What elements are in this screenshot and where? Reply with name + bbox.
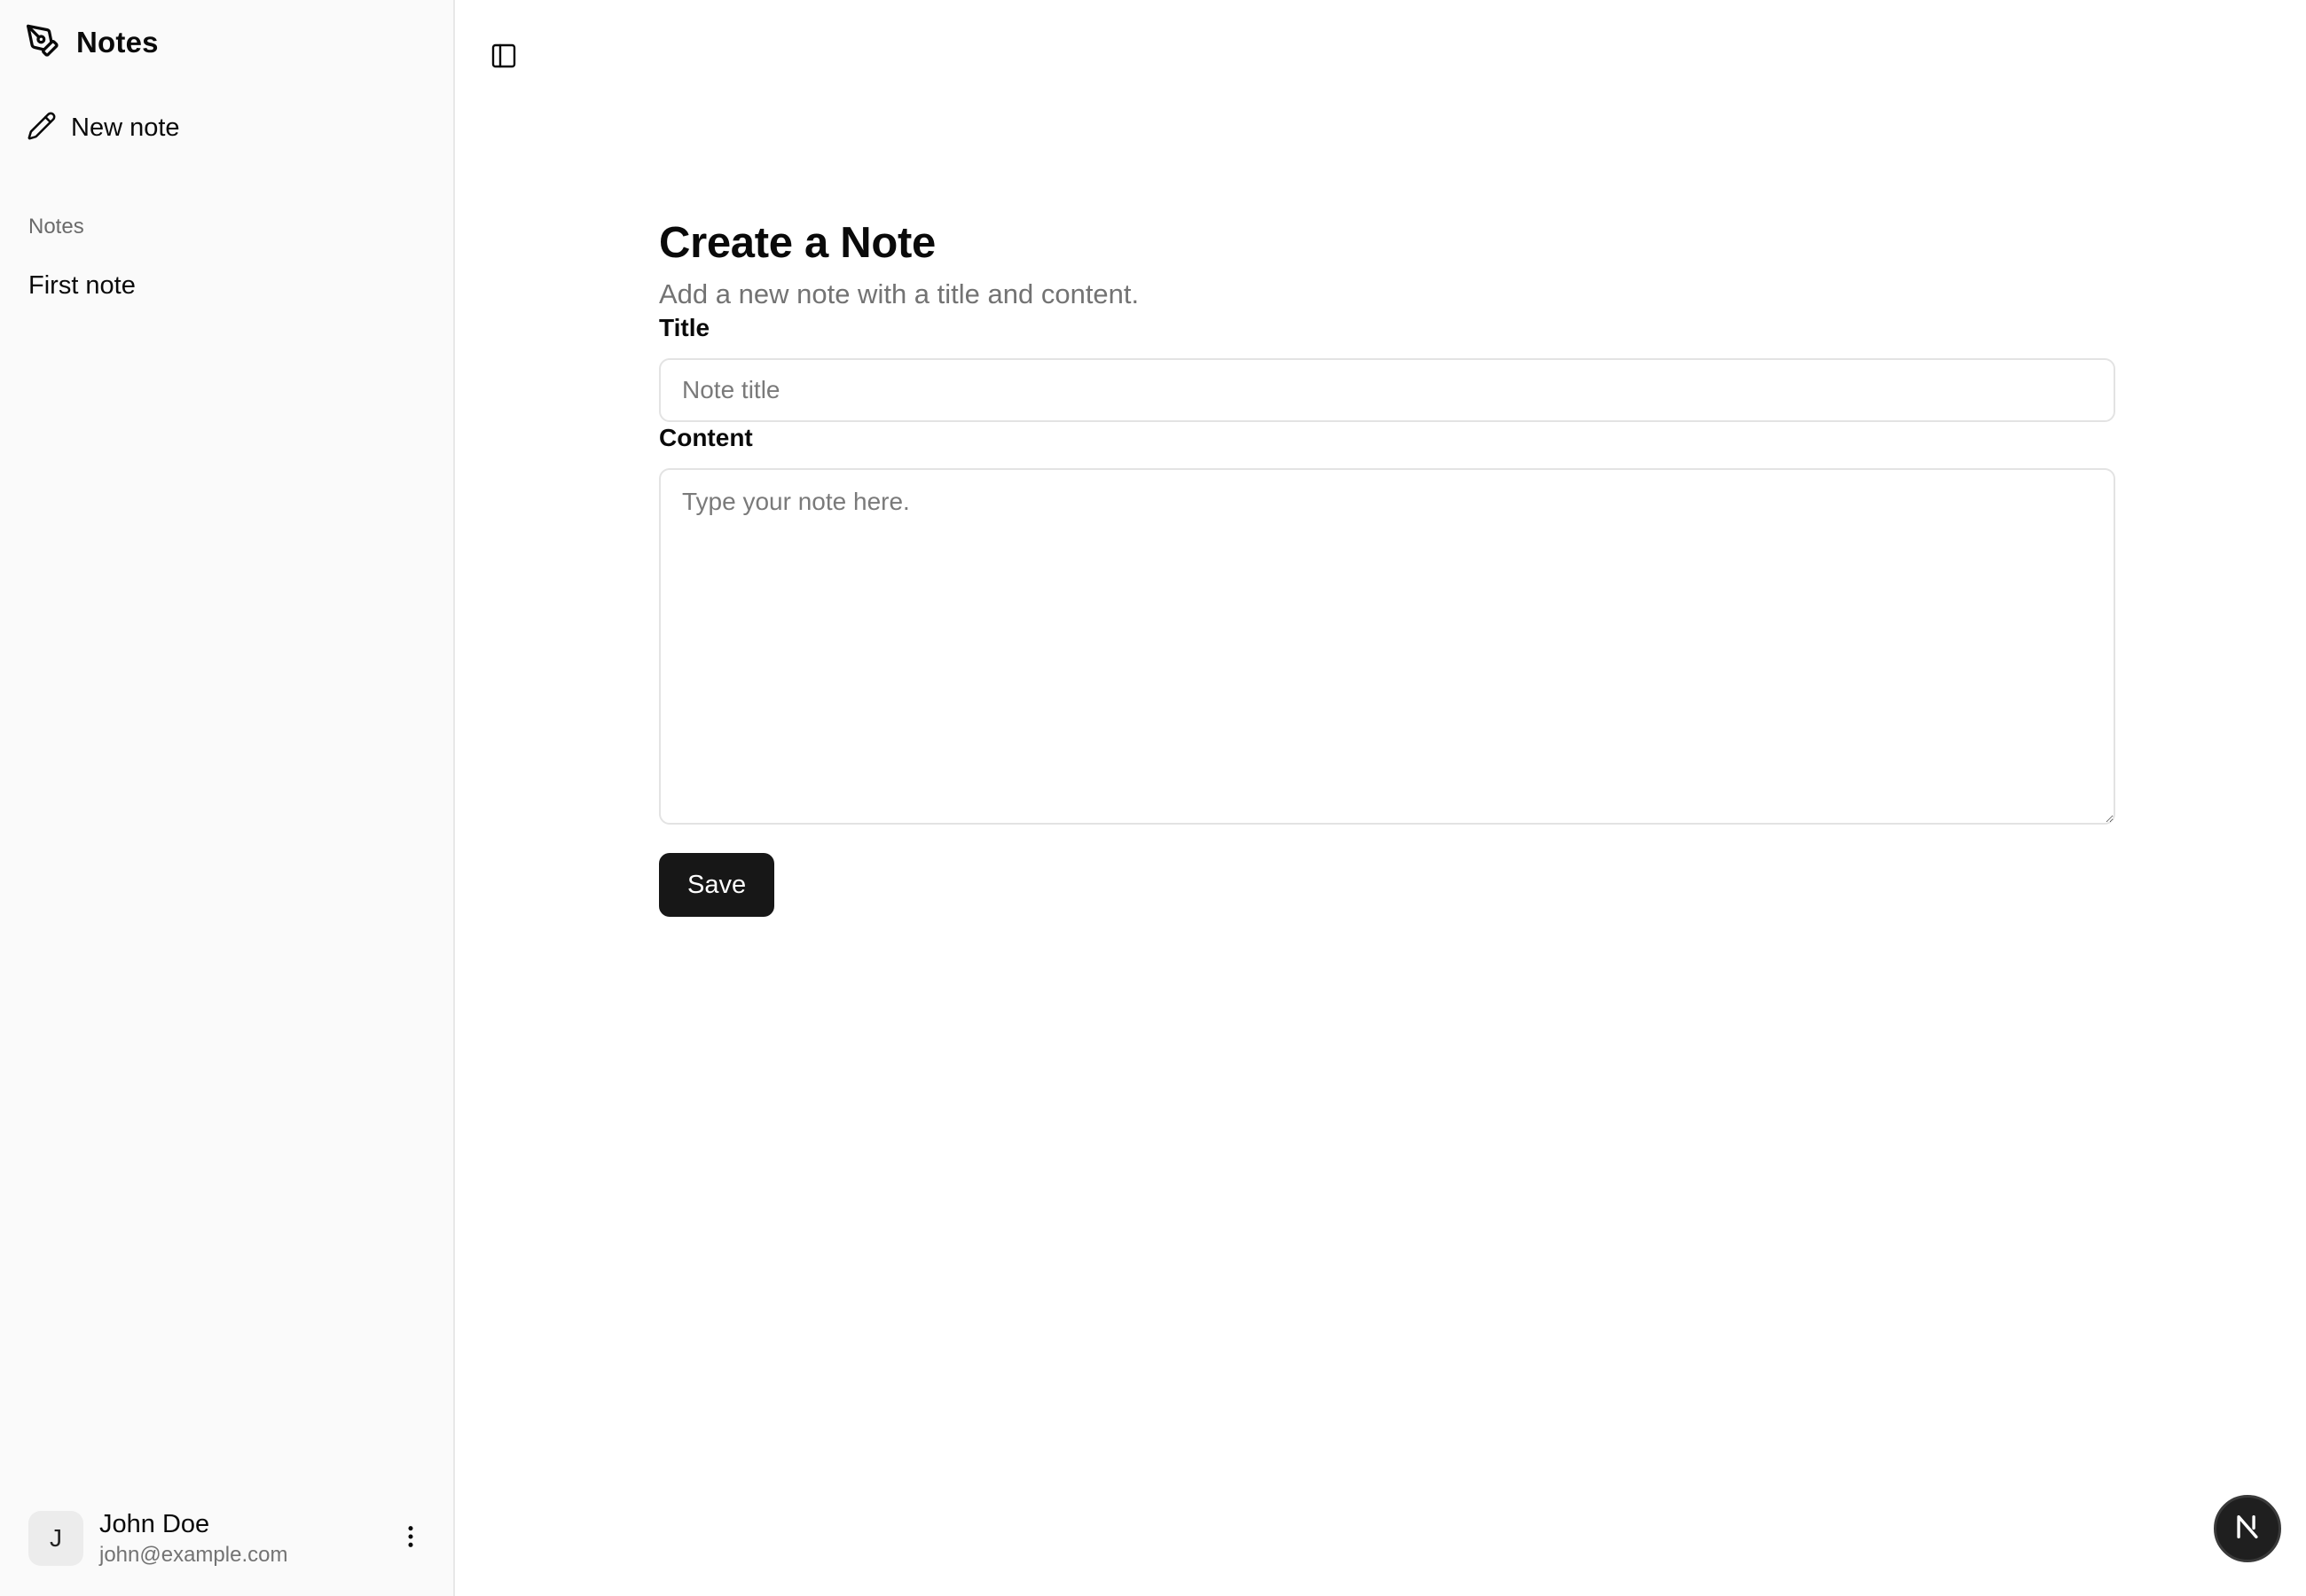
panel-left-icon <box>490 42 518 74</box>
pencil-icon <box>27 111 57 145</box>
user-profile[interactable]: J John Doe john@example.com <box>28 1507 433 1569</box>
sidebar-note-item[interactable]: First note <box>18 262 435 309</box>
main-content: Create a Note Add a new note with a titl… <box>455 0 2306 1596</box>
page-subtitle: Add a new note with a title and content. <box>659 278 1140 309</box>
pen-tool-icon <box>25 23 60 63</box>
nextjs-n-icon <box>2232 1512 2263 1546</box>
app-root: Notes New note Notes First note J John D… <box>0 0 2306 1596</box>
notes-group-label: Notes <box>28 215 84 239</box>
brand-title: Notes <box>76 26 159 59</box>
title-input[interactable] <box>659 358 2115 422</box>
page-title: Create a Note <box>659 219 936 267</box>
avatar: J <box>28 1511 83 1566</box>
new-note-label: New note <box>71 113 180 142</box>
title-label: Title <box>659 314 710 341</box>
brand[interactable]: Notes <box>25 23 159 62</box>
content-textarea[interactable] <box>659 468 2115 825</box>
user-name: John Doe <box>99 1509 210 1538</box>
more-vertical-icon <box>396 1522 425 1555</box>
dev-tools-badge[interactable] <box>2214 1495 2281 1562</box>
user-email: john@example.com <box>99 1542 288 1567</box>
save-button[interactable]: Save <box>659 853 775 917</box>
create-note-form: Create a Note Add a new note with a titl… <box>659 216 2115 917</box>
user-text: John Doe john@example.com <box>99 1510 287 1568</box>
content-label: Content <box>659 424 753 451</box>
sidebar-toggle-button[interactable] <box>482 35 526 80</box>
user-menu-button[interactable] <box>388 1516 433 1561</box>
sidebar: Notes New note Notes First note J John D… <box>0 0 455 1596</box>
new-note-button[interactable]: New note <box>27 108 198 147</box>
